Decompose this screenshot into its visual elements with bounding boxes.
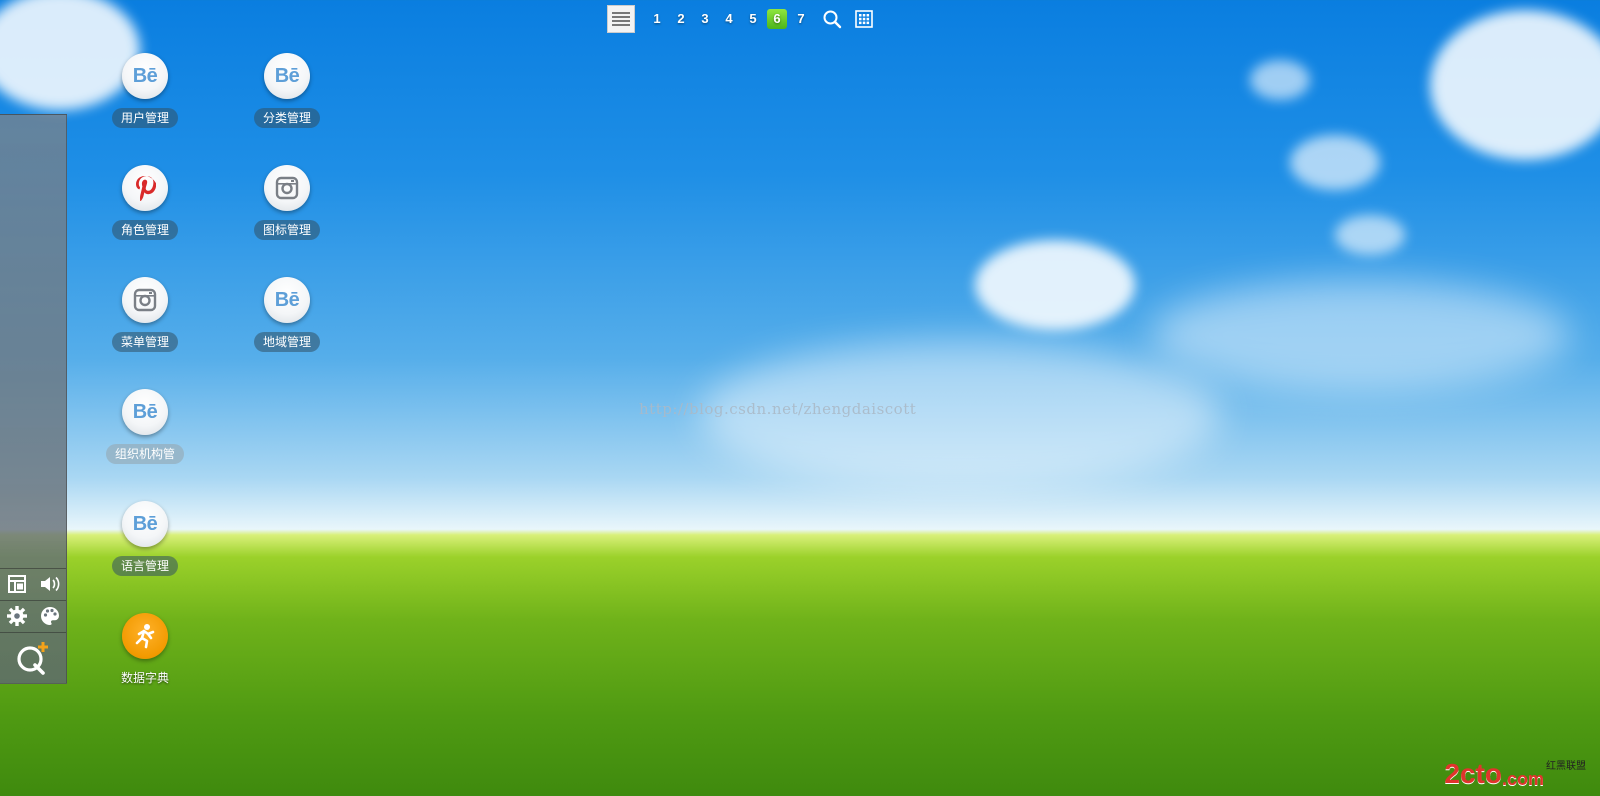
dock-divider xyxy=(0,632,66,633)
app-region-management[interactable]: Bē 地域管理 xyxy=(232,277,342,352)
instagram-icon xyxy=(122,277,168,323)
app-label: 菜单管理 xyxy=(111,332,178,352)
app-language-management[interactable]: Bē 语言管理 xyxy=(90,501,200,576)
corner-logo-brand: 2cto xyxy=(1444,758,1502,789)
page-7[interactable]: 7 xyxy=(789,8,813,30)
runner-icon xyxy=(122,613,168,659)
instagram-icon xyxy=(264,165,310,211)
page-5[interactable]: 5 xyxy=(741,8,765,30)
app-label: 数据字典 xyxy=(120,671,169,685)
app-user-management[interactable]: Bē 用户管理 xyxy=(90,53,200,128)
haze xyxy=(1150,280,1570,390)
page-2[interactable]: 2 xyxy=(669,8,693,30)
app-label: 图标管理 xyxy=(253,220,320,240)
corner-logo: 2cto .com 红黑联盟 xyxy=(1444,757,1586,790)
app-menu-management[interactable]: 菜单管理 xyxy=(90,277,200,352)
behance-icon: Bē xyxy=(264,53,310,99)
volume-icon[interactable] xyxy=(37,571,63,597)
app-label: 角色管理 xyxy=(111,220,178,240)
behance-icon: Bē xyxy=(122,53,168,99)
desktop-switcher: 1 2 3 4 5 6 7 xyxy=(607,4,877,34)
app-label: 用户管理 xyxy=(111,108,178,128)
gear-icon[interactable] xyxy=(4,603,30,629)
cloud xyxy=(1335,215,1405,255)
page-3[interactable]: 3 xyxy=(693,8,717,30)
cloud xyxy=(1290,135,1380,190)
corner-logo-suffix: .com xyxy=(1501,769,1544,789)
app-label: 地域管理 xyxy=(253,332,320,352)
app-icon-management[interactable]: 图标管理 xyxy=(232,165,342,240)
page-6-active[interactable]: 6 xyxy=(767,9,787,29)
cloud xyxy=(1430,10,1600,160)
app-logo-icon[interactable] xyxy=(607,5,635,33)
corner-logo-sub: 红黑联盟 xyxy=(1546,761,1586,772)
layout-icon[interactable] xyxy=(4,571,30,597)
app-data-dictionary[interactable]: 数据字典 xyxy=(90,613,200,688)
grid-icon[interactable] xyxy=(851,6,877,32)
behance-icon: Bē xyxy=(122,389,168,435)
search-icon[interactable] xyxy=(819,6,845,32)
app-label: 组织机构管 xyxy=(105,444,184,464)
behance-icon: Bē xyxy=(264,277,310,323)
left-dock xyxy=(0,114,67,684)
app-category-management[interactable]: Bē 分类管理 xyxy=(232,53,342,128)
qplus-icon[interactable] xyxy=(11,636,55,680)
cloud xyxy=(1250,60,1310,100)
behance-icon: Bē xyxy=(122,501,168,547)
page-4[interactable]: 4 xyxy=(717,8,741,30)
pinterest-icon xyxy=(122,165,168,211)
app-label: 语言管理 xyxy=(111,556,178,576)
watermark-url: http://blog.csdn.net/zhengdaiscott xyxy=(639,400,917,418)
cloud xyxy=(975,240,1135,330)
app-label: 分类管理 xyxy=(253,108,320,128)
palette-icon[interactable] xyxy=(37,603,63,629)
app-org-management[interactable]: Bē 组织机构管 xyxy=(90,389,200,464)
app-role-management[interactable]: 角色管理 xyxy=(90,165,200,240)
page-1[interactable]: 1 xyxy=(645,8,669,30)
